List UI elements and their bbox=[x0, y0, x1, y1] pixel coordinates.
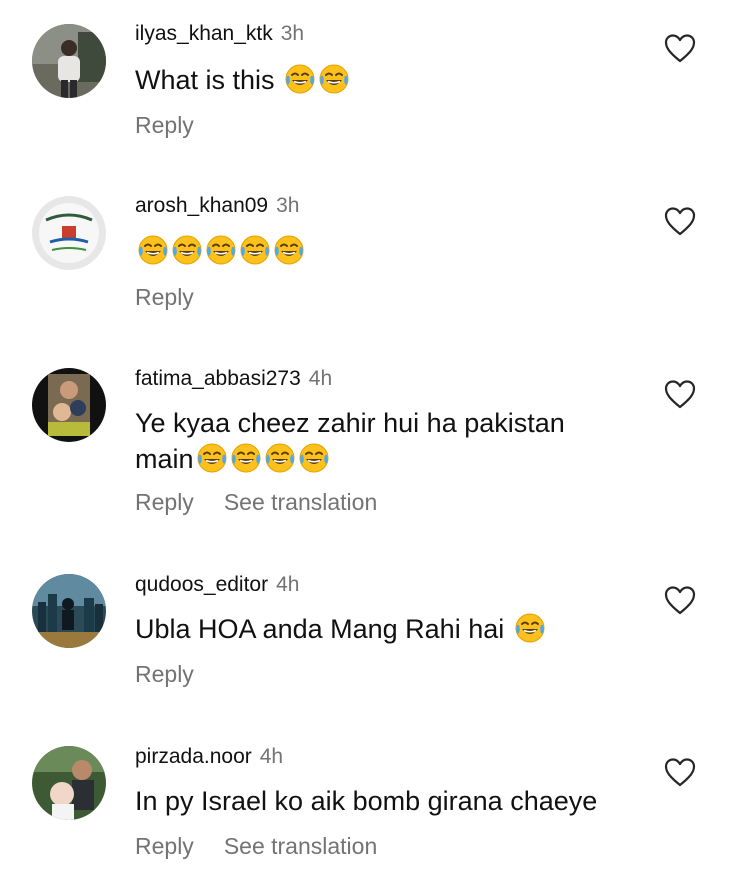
face-with-tears-of-joy-emoji bbox=[298, 442, 330, 474]
reply-button[interactable]: Reply bbox=[135, 833, 194, 859]
heart-outline-icon[interactable] bbox=[664, 585, 696, 615]
avatar[interactable] bbox=[32, 746, 106, 820]
comment-meta: ilyas_khan_ktk 3h bbox=[135, 21, 304, 47]
comment-meta: fatima_abbasi273 4h bbox=[135, 366, 332, 392]
avatar[interactable] bbox=[32, 24, 106, 98]
heart-outline-icon[interactable] bbox=[664, 206, 696, 236]
username[interactable]: pirzada.noor bbox=[135, 745, 252, 768]
heart-outline-icon[interactable] bbox=[664, 33, 696, 63]
comment-actions: Reply See translation bbox=[135, 832, 377, 860]
face-with-tears-of-joy-emoji bbox=[284, 63, 316, 95]
emoji-group bbox=[282, 63, 350, 95]
comment-text: Ubla HOA anda Mang Rahi hai bbox=[135, 611, 605, 647]
emoji-group bbox=[135, 234, 305, 266]
heart-outline-icon[interactable] bbox=[664, 379, 696, 409]
avatar[interactable] bbox=[32, 196, 106, 270]
emoji-group bbox=[512, 612, 546, 644]
username[interactable]: qudoos_editor bbox=[135, 573, 268, 596]
reply-button[interactable]: Reply bbox=[135, 489, 194, 515]
face-with-tears-of-joy-emoji bbox=[171, 234, 203, 266]
comment-actions: Reply bbox=[135, 111, 224, 139]
comment-actions: Reply bbox=[135, 660, 224, 688]
comment-meta: pirzada.noor 4h bbox=[135, 744, 283, 770]
timestamp: 4h bbox=[259, 745, 284, 768]
username[interactable]: arosh_khan09 bbox=[135, 194, 268, 217]
face-with-tears-of-joy-emoji bbox=[264, 442, 296, 474]
comment-text bbox=[135, 233, 605, 269]
face-with-tears-of-joy-emoji bbox=[137, 234, 169, 266]
comment-text: In py Israel ko aik bomb girana chaeye bbox=[135, 783, 655, 819]
face-with-tears-of-joy-emoji bbox=[318, 63, 350, 95]
comment-body: In py Israel ko aik bomb girana chaeye bbox=[135, 786, 598, 816]
see-translation-button[interactable]: See translation bbox=[224, 833, 377, 859]
face-with-tears-of-joy-emoji bbox=[239, 234, 271, 266]
comment-body: What is this bbox=[135, 65, 275, 95]
username[interactable]: ilyas_khan_ktk bbox=[135, 22, 273, 45]
face-with-tears-of-joy-emoji bbox=[514, 612, 546, 644]
avatar[interactable] bbox=[32, 574, 106, 648]
reply-button[interactable]: Reply bbox=[135, 112, 194, 138]
reply-button[interactable]: Reply bbox=[135, 661, 194, 687]
timestamp: 3h bbox=[280, 22, 305, 45]
face-with-tears-of-joy-emoji bbox=[273, 234, 305, 266]
comment-actions: Reply See translation bbox=[135, 488, 377, 516]
face-with-tears-of-joy-emoji bbox=[205, 234, 237, 266]
timestamp: 3h bbox=[276, 194, 300, 217]
heart-outline-icon[interactable] bbox=[664, 757, 696, 787]
comment-meta: arosh_khan09 3h bbox=[135, 193, 299, 219]
avatar[interactable] bbox=[32, 368, 106, 442]
face-with-tears-of-joy-emoji bbox=[230, 442, 262, 474]
username[interactable]: fatima_abbasi273 bbox=[135, 367, 301, 390]
comment-body-line: main bbox=[135, 444, 194, 474]
comment-body: Ubla HOA anda Mang Rahi hai bbox=[135, 614, 505, 644]
emoji-group bbox=[194, 442, 330, 474]
see-translation-button[interactable]: See translation bbox=[224, 489, 377, 515]
comment-meta: qudoos_editor 4h bbox=[135, 572, 299, 598]
comment-text: Ye kyaa cheez zahir hui ha pakistan main bbox=[135, 405, 655, 477]
face-with-tears-of-joy-emoji bbox=[196, 442, 228, 474]
comment-text: What is this bbox=[135, 62, 605, 98]
timestamp: 4h bbox=[308, 367, 333, 390]
comment-actions: Reply bbox=[135, 283, 224, 311]
reply-button[interactable]: Reply bbox=[135, 284, 194, 310]
comment-body-line: Ye kyaa cheez zahir hui ha pakistan bbox=[135, 408, 565, 438]
timestamp: 4h bbox=[276, 573, 300, 596]
